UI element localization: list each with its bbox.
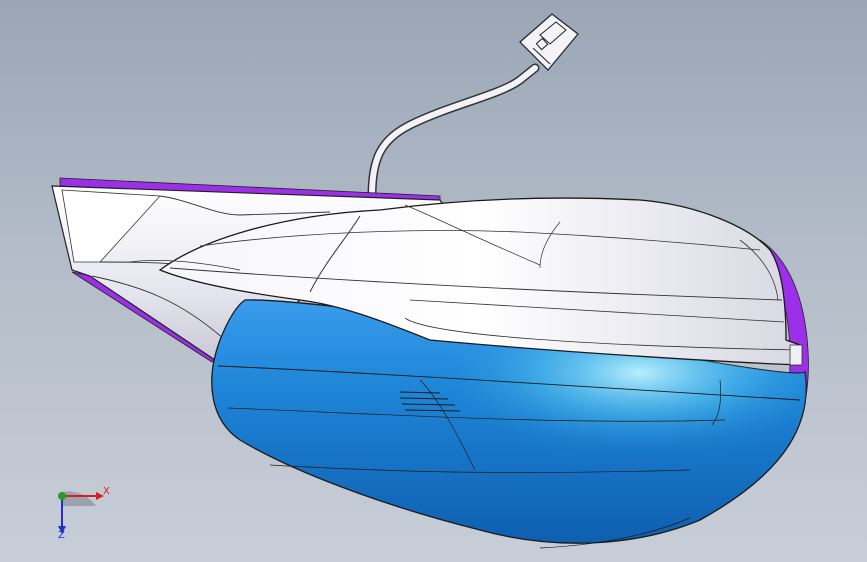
mirror-model[interactable] <box>0 0 867 562</box>
graphics-viewport[interactable]: X Z <box>0 0 867 562</box>
z-axis-label: Z <box>58 530 65 541</box>
x-axis-label: X <box>103 486 110 497</box>
y-axis-dot <box>58 492 66 500</box>
connector <box>519 13 579 71</box>
